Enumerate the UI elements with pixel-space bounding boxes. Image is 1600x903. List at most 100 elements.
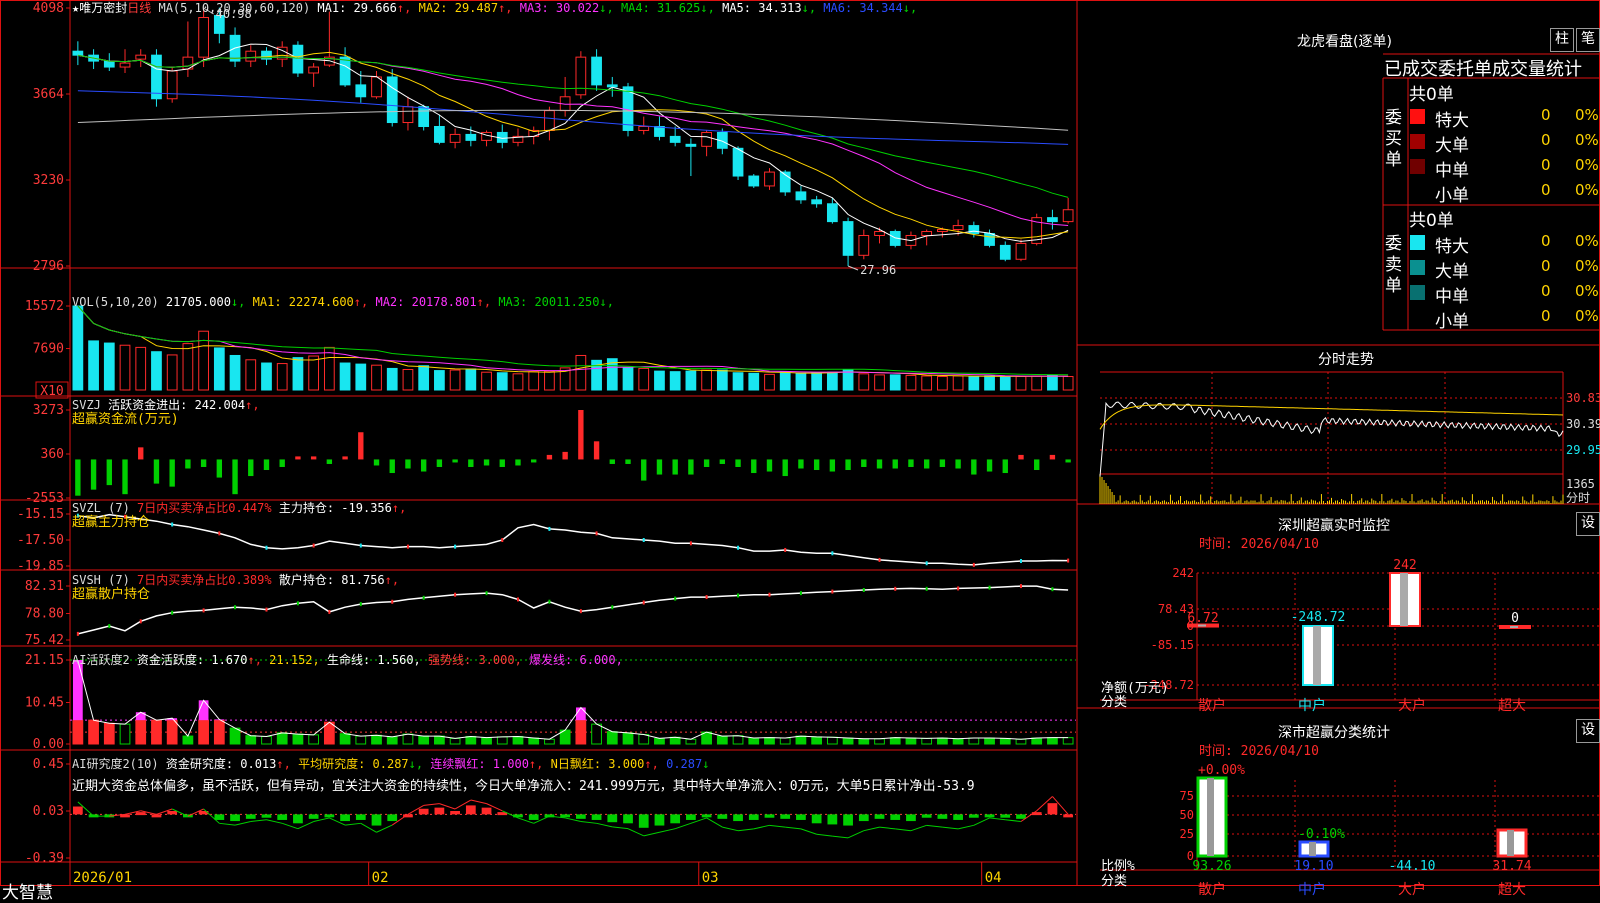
svzj-bar [971,459,977,475]
candle [591,56,602,86]
ai-research-bar [293,814,303,824]
ai-active-bar [496,736,508,745]
volume-bar [229,354,241,391]
sz-monitor-value-label: -248.72 [1291,610,1346,625]
ai-active-bar [386,736,398,745]
ai-research-bar [623,814,633,824]
tick-mode-button[interactable]: 笔 [1576,28,1600,52]
buy-swatch [1410,134,1425,149]
ai-active-bar [88,719,99,745]
ai-research-bar [748,814,759,820]
candle [544,110,555,131]
buy-total: 共0单 [1409,85,1454,105]
svzj-bar [373,459,380,466]
ai-research-bar [827,814,838,825]
sz-class-settings-button[interactable]: 设 [1576,719,1600,743]
y-tick-label: 3273 [33,403,64,418]
candle [795,191,807,201]
ai-research-bar [371,814,382,826]
ai-research-bar [261,814,272,818]
ai-research-bar [135,812,146,816]
svzl-dot [312,543,315,548]
sell-row-pct: 0% [1575,232,1599,250]
volume-bar [716,369,728,391]
svzj-bar [153,459,160,484]
svsh-dot [454,592,457,597]
buy-row-name: 大单 [1435,136,1469,156]
svzj-bar [641,459,647,481]
ai-research-line [659,828,676,833]
svzl-dot [171,522,174,527]
svzj-bar [389,459,395,474]
volume-bar [795,372,807,391]
x-axis-label: 04 [985,870,1002,886]
sz-monitor-settings-button[interactable]: 设 [1576,512,1600,536]
candle [826,203,838,223]
vol-ma3-line [77,305,1069,376]
svzj-bar [1049,454,1056,460]
ai-active-bar [103,722,115,745]
ai-research-line [863,826,880,832]
svzj-bar [609,459,615,464]
sell-row-val: 0 [1541,232,1551,250]
svsh-dot [548,599,551,604]
ai-active-bar [984,737,995,745]
sz-monitor-title: 深圳超赢实时监控 [1278,518,1390,534]
ai-active-bar [213,719,225,745]
y-tick-label: -17.50 [17,533,64,548]
ai-research-bar [811,814,822,824]
ai-active-bar [465,735,477,745]
volume-bar [1047,374,1058,391]
volume-bar [968,376,980,391]
volume-bar [732,372,744,391]
ai-research-bar [858,814,869,822]
ai-active-bar [606,731,618,745]
ai-research-bar [340,814,350,822]
svsh-dot [957,586,960,591]
svsh-dot [642,600,645,605]
sz-monitor-bar [1302,625,1334,686]
ai-active-bar [669,736,681,745]
svsh-dot [234,605,237,610]
intraday-y-tick: 29.95 [1566,443,1600,457]
svsh-dot [265,607,268,612]
ai-research-line [234,821,251,826]
intraday-y-tick: 30.39 [1566,417,1600,431]
volume-bar [889,374,901,391]
svsh-dot [516,597,519,602]
candle [669,135,681,143]
svzj-bar [483,459,490,466]
candle [748,175,760,187]
ma1-line [77,43,1069,242]
buy-row-name: 中单 [1435,161,1469,181]
sell-swatch [1410,310,1425,325]
ai-research-bar [151,814,162,818]
buy-row-val: 0 [1541,181,1551,199]
sell-row-name: 特大 [1435,237,1469,257]
svzj-bar [688,459,694,475]
y-tick-label: 7690 [33,342,64,357]
ai-active-bar [591,723,602,745]
ai-research-line [345,822,361,826]
column-mode-button[interactable]: 柱 [1550,28,1574,52]
volume-bar [622,367,634,391]
ai-research-bar [921,814,932,818]
ai-research-line [769,824,786,828]
sz-monitor-bar [1499,625,1531,629]
ai-research-bar [686,814,696,820]
volume-bar [308,355,320,391]
sz-class-bar [1298,840,1330,858]
sz-class-cat: 分类 [1101,874,1127,889]
ai-active-bar [858,738,870,745]
volume-bar [213,347,225,391]
sz-class-top-label: +0.00% [1198,763,1245,778]
ai-active-bar [622,732,634,745]
svzj-bar [468,459,474,467]
ai-research-line [737,828,754,832]
ai-research-line [250,819,267,823]
sell-row-val: 0 [1541,257,1551,275]
ai-active-bar [638,733,650,745]
svzj-bar [1002,459,1008,474]
sell-swatch [1410,260,1425,275]
svzj-bar [923,459,930,469]
